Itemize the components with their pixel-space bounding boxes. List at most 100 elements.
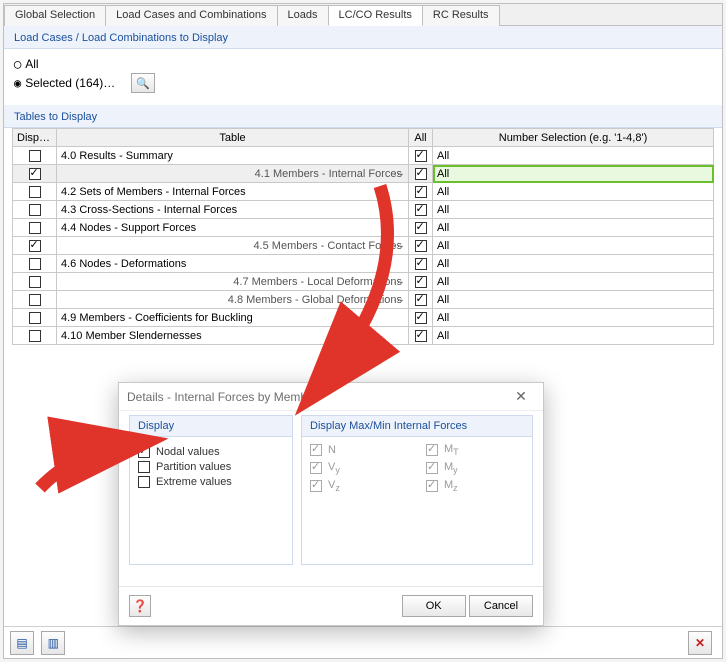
force-mz-label: Mz	[444, 479, 458, 493]
table-row[interactable]: 4.9 Members - Coefficients for Buckling A…	[13, 309, 714, 327]
selection-cell[interactable]: All	[433, 237, 714, 255]
radio-all[interactable]: ◯ All	[14, 57, 712, 71]
checkbox-icon	[415, 294, 427, 306]
toolbar-btn-2[interactable]: ▥	[41, 631, 65, 655]
table-row[interactable]: 4.4 Nodes - Support Forces All	[13, 219, 714, 237]
table-name-cell[interactable]: 4.4 Nodes - Support Forces	[57, 219, 409, 237]
selection-cell[interactable]: All	[433, 183, 714, 201]
display-cell[interactable]	[13, 309, 57, 327]
table-name-cell[interactable]: 4.0 Results - Summary	[57, 147, 409, 165]
table-name-cell[interactable]: 4.5 Members - Contact Forces…	[57, 237, 409, 255]
opt-nodal[interactable]: Nodal values	[138, 446, 284, 458]
tab-lc-co-results[interactable]: LC/CO Results	[328, 5, 423, 26]
checkbox-icon	[415, 258, 427, 270]
checkbox-icon	[29, 186, 41, 198]
table-row[interactable]: 4.3 Cross-Sections - Internal Forces All	[13, 201, 714, 219]
selection-cell[interactable]: All	[433, 255, 714, 273]
tab-rc-results[interactable]: RC Results	[422, 5, 500, 26]
checkbox-icon	[415, 240, 427, 252]
cancel-button[interactable]: Cancel	[469, 595, 533, 617]
all-cell[interactable]	[409, 255, 433, 273]
display-cell[interactable]	[13, 291, 57, 309]
all-cell[interactable]	[409, 165, 433, 183]
all-cell[interactable]	[409, 147, 433, 165]
display-cell[interactable]	[13, 273, 57, 291]
table-name-cell[interactable]: 4.10 Member Slendernesses	[57, 327, 409, 345]
all-cell[interactable]	[409, 201, 433, 219]
display-cell[interactable]	[13, 201, 57, 219]
tab-loads[interactable]: Loads	[277, 5, 329, 26]
table-name-cell[interactable]: 4.3 Cross-Sections - Internal Forces	[57, 201, 409, 219]
col-table[interactable]: Table	[57, 129, 409, 147]
selection-cell[interactable]: All	[433, 291, 714, 309]
force-vz-label: Vz	[328, 479, 340, 493]
checkbox-icon	[29, 276, 41, 288]
all-cell[interactable]	[409, 327, 433, 345]
table-name-cell[interactable]: 4.2 Sets of Members - Internal Forces	[57, 183, 409, 201]
table-row[interactable]: 4.10 Member Slendernesses All	[13, 327, 714, 345]
display-cell[interactable]	[13, 147, 57, 165]
ellipsis-button[interactable]: …	[393, 274, 404, 286]
col-selection[interactable]: Number Selection (e.g. '1-4,8')	[433, 129, 714, 147]
ellipsis-button[interactable]: …	[393, 292, 404, 304]
all-cell[interactable]	[409, 309, 433, 327]
opt-extreme[interactable]: Extreme values	[138, 476, 284, 488]
forces-group-title: Display Max/Min Internal Forces	[302, 416, 532, 437]
checkbox-disabled-icon	[310, 444, 322, 456]
delete-icon: ✕	[695, 636, 705, 650]
table-row[interactable]: 4.1 Members - Internal Forces… All	[13, 165, 714, 183]
table-row[interactable]: 4.2 Sets of Members - Internal Forces All	[13, 183, 714, 201]
display-cell[interactable]	[13, 165, 57, 183]
checkbox-icon	[29, 330, 41, 342]
table-name-cell[interactable]: 4.1 Members - Internal Forces…	[57, 165, 409, 183]
table-name-cell[interactable]: 4.7 Members - Local Deformations…	[57, 273, 409, 291]
ellipsis-button[interactable]: …	[393, 238, 404, 250]
table-name-cell[interactable]: 4.9 Members - Coefficients for Buckling	[57, 309, 409, 327]
selection-cell[interactable]: All	[433, 201, 714, 219]
table-name-cell[interactable]: 4.8 Members - Global Deformations…	[57, 291, 409, 309]
ok-button[interactable]: OK	[402, 595, 466, 617]
display-cell[interactable]	[13, 219, 57, 237]
force-my-label: My	[444, 461, 458, 475]
force-vz: Vz	[310, 479, 408, 493]
checkbox-disabled-icon	[426, 462, 438, 474]
toolbar-btn-1[interactable]: ▤	[10, 631, 34, 655]
display-cell[interactable]	[13, 255, 57, 273]
checkbox-icon	[138, 461, 150, 473]
table-row[interactable]: 4.5 Members - Contact Forces… All	[13, 237, 714, 255]
selection-cell[interactable]: All	[433, 327, 714, 345]
display-cell[interactable]	[13, 327, 57, 345]
col-display[interactable]: Display	[13, 129, 57, 147]
delete-button[interactable]: ✕	[688, 631, 712, 655]
all-cell[interactable]	[409, 273, 433, 291]
tab-load-cases-and-combinations[interactable]: Load Cases and Combinations	[105, 5, 277, 26]
opt-partition[interactable]: Partition values	[138, 461, 284, 473]
selection-cell[interactable]: All	[433, 273, 714, 291]
radio-selected[interactable]: ◉ Selected (164)… 🔍	[14, 73, 712, 93]
help-button[interactable]: ❓	[129, 595, 151, 617]
display-cell[interactable]	[13, 237, 57, 255]
table-row[interactable]: 4.0 Results - Summary All	[13, 147, 714, 165]
radio-all-label: All	[25, 57, 38, 71]
ellipsis-button[interactable]: …	[393, 166, 404, 178]
dialog-close-button[interactable]: ✕	[507, 388, 535, 405]
list-icon: ▤	[16, 636, 27, 650]
table-name-cell[interactable]: 4.6 Nodes - Deformations	[57, 255, 409, 273]
selection-cell[interactable]: All	[433, 165, 714, 183]
tab-global-selection[interactable]: Global Selection	[4, 5, 106, 26]
selection-cell[interactable]: All	[433, 219, 714, 237]
display-cell[interactable]	[13, 183, 57, 201]
selection-cell[interactable]: All	[433, 147, 714, 165]
col-all[interactable]: All	[409, 129, 433, 147]
table-row[interactable]: 4.6 Nodes - Deformations All	[13, 255, 714, 273]
all-cell[interactable]	[409, 183, 433, 201]
selection-cell[interactable]: All	[433, 309, 714, 327]
all-cell[interactable]	[409, 237, 433, 255]
all-cell[interactable]	[409, 219, 433, 237]
table-row[interactable]: 4.7 Members - Local Deformations… All	[13, 273, 714, 291]
table-row[interactable]: 4.8 Members - Global Deformations… All	[13, 291, 714, 309]
all-cell[interactable]	[409, 291, 433, 309]
checkbox-disabled-icon	[426, 444, 438, 456]
checkbox-disabled-icon	[310, 462, 322, 474]
pick-load-cases-button[interactable]: 🔍	[131, 73, 155, 93]
